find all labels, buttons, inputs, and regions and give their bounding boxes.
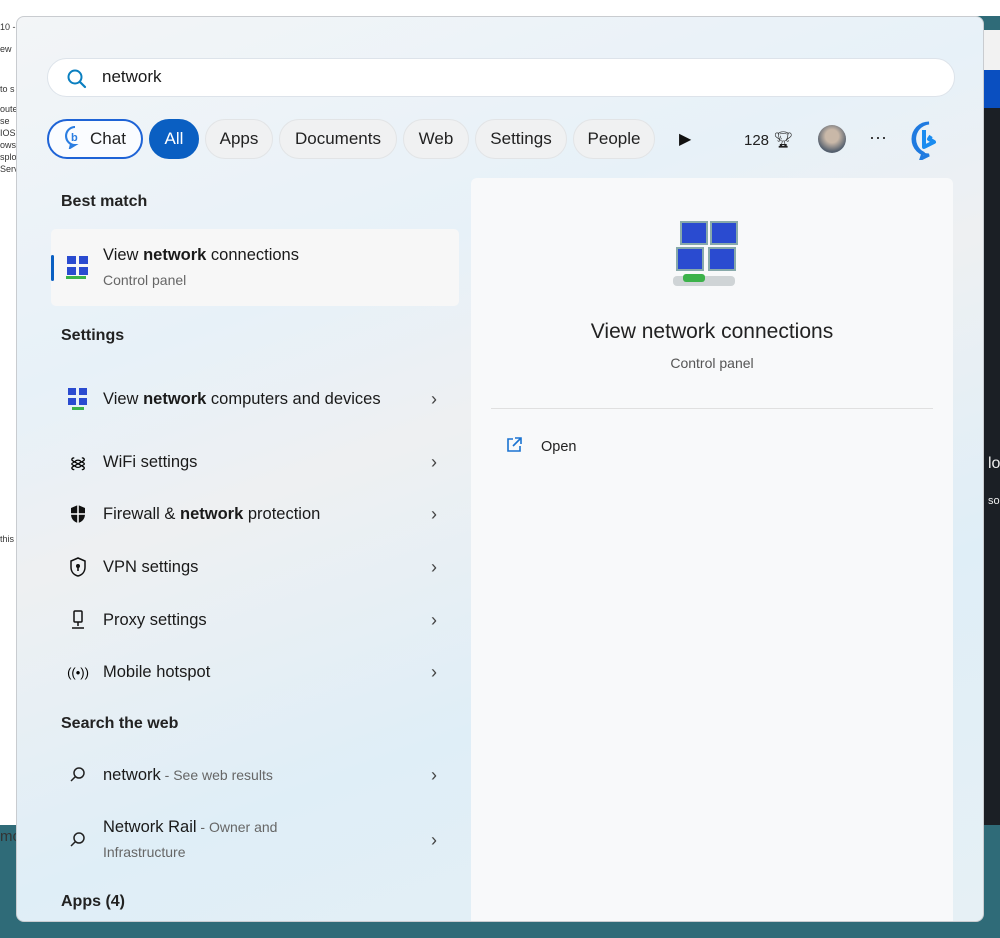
background-window-right: lo so <box>984 30 1000 825</box>
preview-title: View network connections <box>590 320 834 343</box>
settings-header: Settings <box>61 327 125 344</box>
setting-vpn[interactable]: VPN settings › <box>51 554 459 580</box>
filter-apps[interactable]: Apps <box>205 119 273 159</box>
filter-web[interactable]: Web <box>403 119 469 159</box>
network-connections-large-icon <box>669 218 745 303</box>
search-icon <box>63 831 93 849</box>
vpn-shield-icon <box>63 557 93 577</box>
search-icon <box>63 766 93 784</box>
chevron-right-icon: › <box>431 609 437 630</box>
chevron-right-icon: › <box>431 556 437 577</box>
web-result-network-rail[interactable]: Network Rail - Owner and Infrastructure › <box>51 814 459 866</box>
bg-text: splo <box>0 152 17 162</box>
svg-text:b: b <box>71 132 78 144</box>
start-search-panel: b Chat All Apps Documents Web Settings P… <box>16 16 984 922</box>
best-match-item[interactable]: View network connections Control panel <box>51 229 459 306</box>
bg-text: oute <box>0 104 18 114</box>
wifi-icon: ᯼ <box>69 455 87 472</box>
search-box[interactable] <box>47 58 955 97</box>
avatar[interactable] <box>818 125 846 153</box>
search-web-header: Search the web <box>61 715 179 732</box>
bing-icon[interactable] <box>909 120 949 165</box>
divider <box>491 408 933 409</box>
chevron-right-icon: › <box>431 388 437 409</box>
shield-icon <box>63 504 93 524</box>
bg-text: IOS <box>0 128 16 138</box>
preview-subtitle: Control panel <box>670 355 754 371</box>
search-icon <box>66 68 88 95</box>
search-input[interactable] <box>102 67 902 87</box>
rewards-points[interactable]: 128 🏆︎ <box>744 130 793 150</box>
bing-chat-icon: b <box>64 125 86 154</box>
more-filters-play-icon[interactable]: ▶ <box>679 129 691 149</box>
proxy-icon <box>63 610 93 630</box>
setting-firewall[interactable]: Firewall & network protection › <box>51 501 459 527</box>
background-window-top <box>0 0 1000 16</box>
filter-people[interactable]: People <box>573 119 655 159</box>
setting-proxy[interactable]: Proxy settings › <box>51 607 459 633</box>
bg-text: to s <box>0 84 15 94</box>
bg-text: lo <box>988 455 1000 472</box>
chat-button[interactable]: b Chat <box>47 119 143 159</box>
apps-header: Apps (4) <box>61 893 125 910</box>
more-options-icon[interactable]: ··· <box>869 127 887 148</box>
open-external-icon <box>505 436 523 458</box>
points-count: 128 <box>744 131 770 149</box>
best-match-title: View network connections <box>103 245 299 264</box>
setting-wifi[interactable]: ᯼ WiFi settings › <box>51 449 459 475</box>
hotspot-icon: ((•)) <box>67 664 89 680</box>
chevron-right-icon: › <box>431 661 437 682</box>
filter-documents[interactable]: Documents <box>279 119 397 159</box>
network-computers-icon <box>63 386 93 412</box>
preview-pane: View network connections Control panel O… <box>471 178 953 921</box>
bg-text: ew <box>0 44 12 54</box>
bg-text: se <box>0 116 10 126</box>
bg-text: this <box>0 534 15 544</box>
chevron-right-icon: › <box>431 829 437 850</box>
open-action[interactable]: Open <box>505 436 576 458</box>
best-match-subtitle: Control panel <box>103 271 187 288</box>
setting-network-computers[interactable]: View network computers and devices › <box>51 373 459 425</box>
filter-all[interactable]: All <box>149 119 199 159</box>
best-match-header: Best match <box>61 193 148 210</box>
web-result-network[interactable]: network - See web results › <box>51 762 459 788</box>
chevron-right-icon: › <box>431 764 437 785</box>
chevron-right-icon: › <box>431 503 437 524</box>
open-label: Open <box>541 439 577 455</box>
selection-indicator <box>51 255 54 281</box>
network-connections-icon <box>63 254 93 282</box>
chevron-right-icon: › <box>431 451 437 472</box>
chat-label: Chat <box>90 129 126 148</box>
trophy-icon: 🏆︎ <box>773 132 794 149</box>
bg-text: 10 - <box>0 22 16 32</box>
setting-hotspot[interactable]: ((•)) Mobile hotspot › <box>51 659 459 685</box>
bg-text: so <box>988 495 1000 507</box>
filter-settings[interactable]: Settings <box>475 119 567 159</box>
